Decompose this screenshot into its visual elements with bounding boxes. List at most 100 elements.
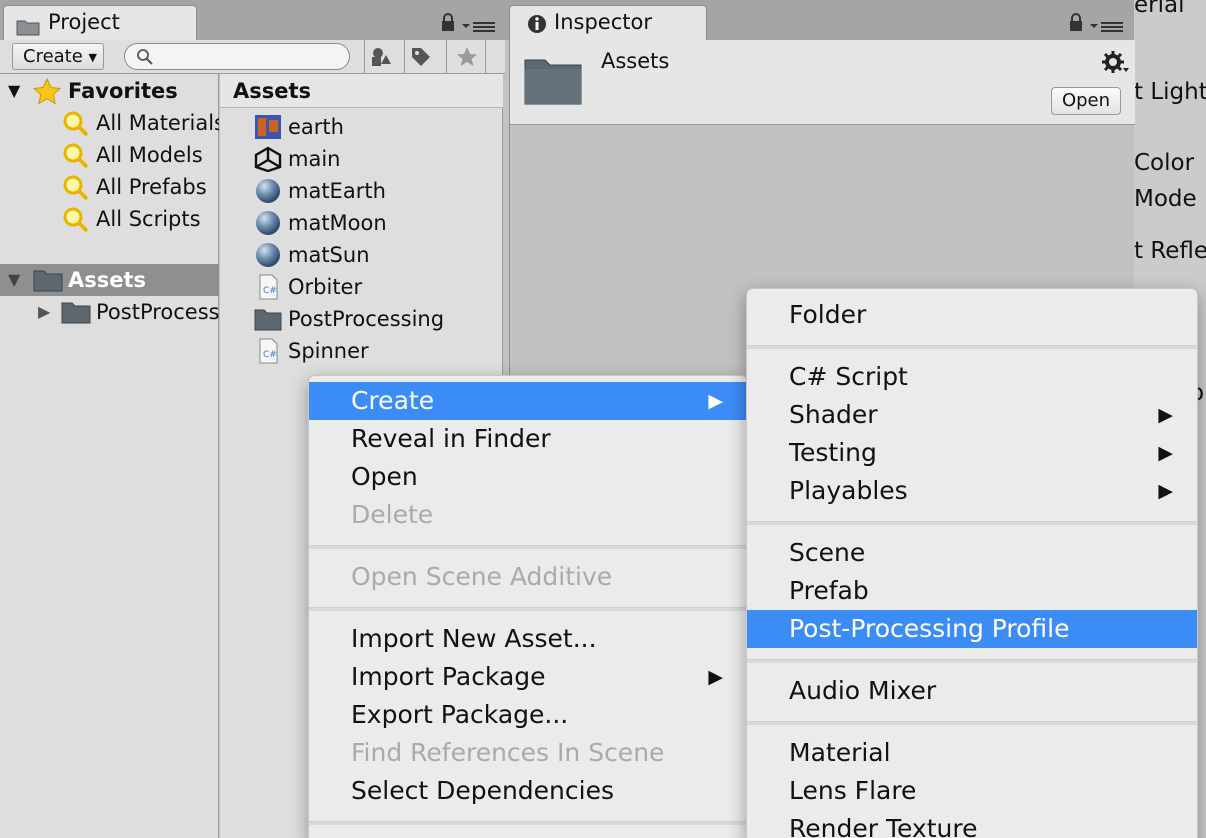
asset-item-matmoon[interactable]: matMoon — [252, 207, 387, 239]
submenu-item-post-processing-profile[interactable]: Post-Processing Profile — [747, 610, 1197, 648]
menu-item-label: Scene — [789, 538, 866, 567]
menu-item-create[interactable]: Create ▶ — [309, 382, 747, 420]
asset-item-label: matMoon — [288, 211, 387, 235]
submenu-arrow-icon: ▶ — [708, 666, 723, 688]
search-icon — [137, 49, 153, 65]
background-text: Color — [1134, 150, 1195, 176]
menu-item-open[interactable]: Open — [309, 458, 747, 496]
menu-item-delete[interactable]: Delete — [309, 496, 747, 534]
search-input[interactable] — [124, 43, 350, 70]
favorites-row[interactable]: ▼ Favorites — [0, 75, 219, 107]
filter-by-label-button[interactable] — [404, 40, 434, 74]
menu-item-label: Render Texture — [789, 814, 978, 838]
submenu-item-prefab[interactable]: Prefab — [747, 572, 1197, 610]
menu-item-label: Post-Processing Profile — [789, 614, 1070, 643]
submenu-item-shader[interactable]: Shader ▶ — [747, 396, 1197, 434]
tree-item-label: PostProcessing — [96, 300, 219, 324]
menu-item-label: Import Package — [351, 662, 546, 691]
folder-icon — [16, 13, 40, 36]
svg-text:C#: C# — [263, 286, 277, 296]
menu-item-select-dependencies[interactable]: Select Dependencies — [309, 772, 747, 810]
chevron-down-icon: ▼ — [88, 51, 97, 64]
material-sphere-icon — [256, 211, 280, 235]
submenu-item-audio-mixer[interactable]: Audio Mixer — [747, 672, 1197, 710]
menu-item-import-package[interactable]: Import Package ▶ — [309, 658, 747, 696]
folder-icon — [33, 270, 63, 292]
favorite-item-all-materials[interactable]: All Materials — [0, 107, 219, 139]
asset-item-main[interactable]: main — [252, 143, 340, 175]
menu-separator — [309, 607, 747, 611]
favorite-item-label: All Prefabs — [96, 175, 207, 199]
menu-item-import-new-asset[interactable]: Import New Asset... — [309, 620, 747, 658]
tree-item-postprocessing[interactable]: ▶ PostProcessing — [0, 296, 219, 328]
tab-inspector[interactable]: Inspector — [509, 5, 707, 40]
inspector-lock-menu[interactable] — [1068, 13, 1123, 35]
asset-item-orbiter[interactable]: C# Orbiter — [252, 271, 362, 303]
submenu-item-scene[interactable]: Scene — [747, 534, 1197, 572]
favorite-item-label: All Models — [96, 143, 203, 167]
open-button[interactable]: Open — [1051, 87, 1121, 115]
filter-by-type-button[interactable] — [364, 40, 394, 74]
csharp-script-icon: C# — [259, 274, 278, 300]
menu-separator — [309, 821, 747, 825]
tab-project[interactable]: Project — [3, 5, 197, 40]
create-dropdown-button[interactable]: Create ▼ — [12, 43, 104, 70]
submenu-item-testing[interactable]: Testing ▶ — [747, 434, 1197, 472]
material-sphere-icon — [256, 179, 280, 203]
favorites-button[interactable] — [446, 40, 486, 74]
menu-item-label: Export Package... — [351, 700, 569, 729]
search-filter-icon — [63, 143, 89, 169]
asset-item-postprocessing[interactable]: PostProcessing — [252, 303, 444, 335]
asset-item-earth[interactable]: earth — [252, 111, 344, 143]
favorite-item-all-models[interactable]: All Models — [0, 139, 219, 171]
tree-item-assets[interactable]: ▼ Assets — [0, 264, 219, 296]
menu-item-label: Playables — [789, 476, 908, 505]
assets-breadcrumb: Assets — [220, 74, 503, 108]
chevron-down-icon: ▼ — [8, 81, 21, 100]
project-lock-menu[interactable] — [440, 13, 495, 35]
submenu-item-csharp-script[interactable]: C# Script — [747, 358, 1197, 396]
asset-item-label: main — [288, 147, 341, 171]
chevron-down-icon: ▼ — [8, 270, 21, 289]
menu-item-label: Reveal in Finder — [351, 424, 551, 453]
menu-item-find-references[interactable]: Find References In Scene — [309, 734, 747, 772]
menu-item-open-scene-additive[interactable]: Open Scene Additive — [309, 558, 747, 596]
lock-icon — [1070, 13, 1082, 31]
submenu-item-folder[interactable]: Folder — [747, 296, 1197, 334]
menu-item-label: Create — [351, 386, 435, 415]
menu-item-label: Open Scene Additive — [351, 562, 613, 591]
favorite-item-all-prefabs[interactable]: All Prefabs — [0, 171, 219, 203]
menu-item-label: Open — [351, 462, 418, 491]
asset-item-matsun[interactable]: matSun — [252, 239, 370, 271]
asset-item-matearth[interactable]: matEarth — [252, 175, 386, 207]
submenu-item-render-texture[interactable]: Render Texture — [747, 810, 1197, 838]
menu-item-label: Delete — [351, 500, 434, 529]
create-button-label: Create — [23, 46, 83, 67]
tree-item-label: Assets — [68, 268, 147, 292]
background-text: t Reflec — [1134, 238, 1206, 264]
menu-item-label: Select Dependencies — [351, 776, 614, 805]
menu-item-label: Lens Flare — [789, 776, 917, 805]
menu-item-reveal-in-finder[interactable]: Reveal in Finder — [309, 420, 747, 458]
submenu-arrow-icon: ▶ — [1158, 442, 1173, 464]
svg-text:C#: C# — [263, 350, 277, 360]
menu-item-export-package[interactable]: Export Package... — [309, 696, 747, 734]
submenu-item-lens-flare[interactable]: Lens Flare — [747, 772, 1197, 810]
submenu-item-playables[interactable]: Playables ▶ — [747, 472, 1197, 510]
folder-icon — [254, 309, 282, 331]
favorite-item-all-scripts[interactable]: All Scripts — [0, 203, 219, 235]
submenu-item-material[interactable]: Material — [747, 734, 1197, 772]
asset-item-label: Spinner — [288, 339, 369, 363]
star-icon — [33, 78, 61, 104]
asset-item-spinner[interactable]: C# Spinner — [252, 335, 369, 367]
menu-item-label: Find References In Scene — [351, 738, 665, 767]
favorites-label: Favorites — [68, 79, 178, 103]
chevron-right-icon: ▶ — [38, 302, 51, 321]
menu-item-label: Material — [789, 738, 891, 767]
folder-icon — [61, 302, 91, 324]
submenu-arrow-icon: ▶ — [1158, 480, 1173, 502]
menu-separator — [747, 659, 1197, 663]
background-text: t Lighti — [1134, 79, 1206, 105]
menu-item-label: Prefab — [789, 576, 869, 605]
lock-icon — [442, 13, 454, 31]
